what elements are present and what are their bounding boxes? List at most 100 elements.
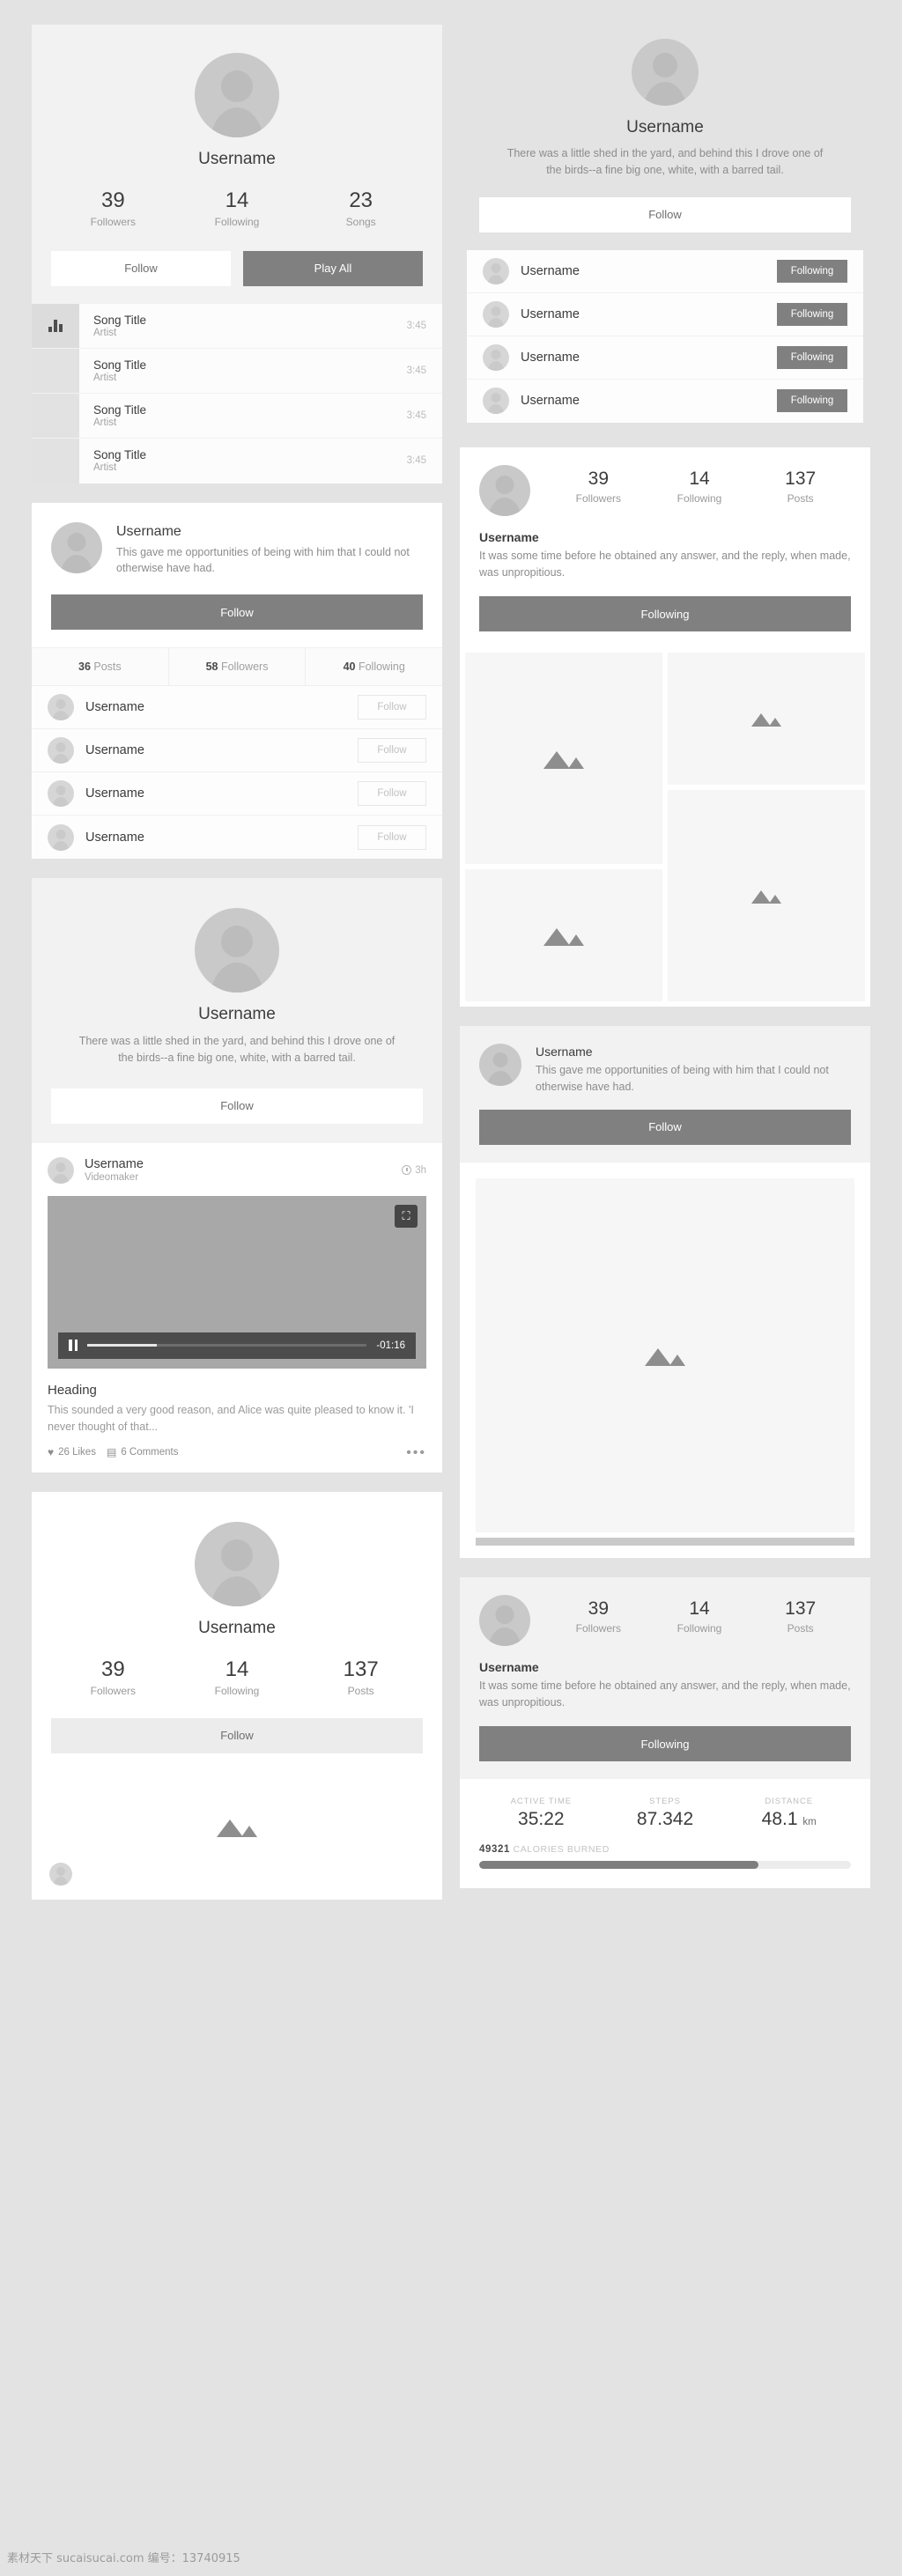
photo-tile[interactable] <box>668 790 865 1002</box>
song-thumbnail <box>32 393 79 438</box>
list-item[interactable]: Username Following <box>467 336 863 380</box>
photo-placeholder[interactable] <box>32 1753 442 1900</box>
horizontal-scrollbar[interactable] <box>476 1537 854 1546</box>
stat-songs[interactable]: 23 Songs <box>299 188 423 228</box>
comment-count[interactable]: 6 Comments <box>121 1447 178 1458</box>
fitness-header: 39 Followers 14 Following 137 Posts User… <box>460 1576 870 1780</box>
fullscreen-icon[interactable]: ⛶ <box>395 1204 418 1228</box>
post-heading: Heading <box>48 1382 97 1398</box>
stat-value: 39 <box>588 1598 610 1619</box>
pause-icon[interactable] <box>69 1340 78 1352</box>
follow-button[interactable]: Follow <box>51 1088 423 1124</box>
follow-button[interactable]: Follow <box>358 824 426 850</box>
song-list: Song Title Artist 3:45 Song Title Artist… <box>32 303 442 483</box>
follow-button[interactable]: Follow <box>51 1717 423 1753</box>
music-profile-card: Username 39 Followers 14 Following 23 So… <box>32 25 442 483</box>
following-button[interactable]: Following <box>479 1726 851 1762</box>
photo-grid <box>460 647 870 1008</box>
song-row[interactable]: Song Title Artist 3:45 <box>32 348 442 394</box>
stat-followers[interactable]: 39 Followers <box>51 1657 175 1697</box>
following-button[interactable]: Following <box>777 302 847 326</box>
video-author: Username Videomaker <box>85 1157 402 1183</box>
stat-posts[interactable]: 137 Posts <box>750 469 851 505</box>
list-item[interactable]: Username Follow <box>32 729 442 773</box>
photo-post-header: Username This gave me opportunities of b… <box>460 1026 870 1163</box>
like-count[interactable]: 26 Likes <box>58 1447 96 1458</box>
stat-label: Following <box>676 491 722 505</box>
avatar-wrap <box>479 39 851 106</box>
stat-following[interactable]: 14 Following <box>649 469 750 505</box>
list-item[interactable]: Username Follow <box>32 816 442 860</box>
video-post-body: Heading This sounded a very good reason,… <box>32 1369 442 1459</box>
song-row[interactable]: Song Title Artist 3:45 <box>32 393 442 439</box>
right-column: Username There was a little shed in the … <box>460 25 870 1889</box>
follow-button[interactable]: Follow <box>358 781 426 807</box>
follow-button[interactable]: Follow <box>358 738 426 764</box>
song-title: Song Title <box>93 448 147 462</box>
more-options-icon[interactable]: ••• <box>406 1445 426 1458</box>
username-label: Username <box>626 118 704 137</box>
stat-followers[interactable]: 39 Followers <box>548 1598 649 1635</box>
stat-followers[interactable]: 39 Followers <box>51 188 175 228</box>
stat-label: Following <box>676 1621 722 1635</box>
avatar <box>483 388 509 415</box>
username-label: Username <box>479 529 539 544</box>
stat-label: Followers <box>575 1621 622 1635</box>
photo-tile[interactable] <box>668 653 865 786</box>
username-label: Username <box>479 1659 539 1674</box>
fitness-stats: 39 Followers 14 Following 137 Posts <box>548 1595 851 1635</box>
follow-button[interactable]: Follow <box>358 695 426 720</box>
tab-followers[interactable]: 58 Followers <box>169 648 307 686</box>
song-thumbnail <box>32 303 79 348</box>
metric-distance: DISTANCE 48.1 km <box>727 1797 851 1830</box>
stat-following[interactable]: 14 Following <box>649 1598 750 1635</box>
following-button[interactable]: Following <box>479 596 851 632</box>
metric-active-time: ACTIVE TIME 35:22 <box>479 1797 603 1830</box>
list-item[interactable]: Username Following <box>467 379 863 423</box>
stat-followers[interactable]: 39 Followers <box>548 469 649 505</box>
song-title: Song Title <box>93 358 147 372</box>
stat-value: 137 <box>343 1657 379 1682</box>
follow-button[interactable]: Follow <box>479 196 851 233</box>
stat-following[interactable]: 14 Following <box>175 188 299 228</box>
music-profile-header: Username 39 Followers 14 Following 23 So… <box>32 25 442 304</box>
profile-tabs: 36 Posts 58 Followers 40 Following <box>32 647 442 687</box>
list-item[interactable]: Username Following <box>467 292 863 336</box>
bio-text: There was a little shed in the yard, and… <box>78 1035 396 1065</box>
song-artist: Artist <box>93 372 117 383</box>
follow-button[interactable]: Follow <box>479 1109 851 1145</box>
stat-posts[interactable]: 137 Posts <box>299 1657 423 1697</box>
song-row[interactable]: Song Title Artist 3:45 <box>32 438 442 483</box>
photo-tile[interactable] <box>465 653 662 865</box>
avatar <box>479 1594 530 1646</box>
stat-following[interactable]: 14 Following <box>175 1657 299 1697</box>
list-item[interactable]: Username Following <box>467 249 863 293</box>
video-scrubber[interactable] <box>87 1344 367 1347</box>
video-post-header: Username Videomaker 3h <box>32 1143 442 1196</box>
tab-following[interactable]: 40 Following <box>306 648 442 685</box>
list-item[interactable]: Username Follow <box>32 772 442 816</box>
video-player[interactable]: ⛶ -01:16 <box>48 1195 426 1369</box>
follow-button[interactable]: Follow <box>51 594 423 631</box>
photo-tile[interactable] <box>465 869 662 1002</box>
username-label: Username <box>198 1619 276 1638</box>
comment-icon: ▤ <box>106 1446 117 1459</box>
stat-posts[interactable]: 137 Posts <box>750 1598 851 1635</box>
stat-label: Posts <box>787 1621 814 1635</box>
following-button[interactable]: Following <box>777 259 847 283</box>
tab-label: Posts <box>93 661 122 674</box>
calories-progress-bar <box>479 1861 851 1870</box>
metric-value: 35:22 <box>518 1809 565 1830</box>
song-artist: Artist <box>93 327 117 338</box>
play-all-button[interactable]: Play All <box>243 250 423 286</box>
tab-posts[interactable]: 36 Posts <box>32 648 169 686</box>
username-label: Username <box>116 523 181 539</box>
song-row[interactable]: Song Title Artist 3:45 <box>32 303 442 349</box>
list-item[interactable]: Username Follow <box>32 686 442 730</box>
photo-post-identity: Username This gave me opportunities of b… <box>479 1044 851 1096</box>
follow-button[interactable]: Follow <box>51 250 231 286</box>
photo-placeholder[interactable] <box>476 1177 854 1532</box>
author-role: Videomaker <box>85 1172 139 1184</box>
following-button[interactable]: Following <box>777 389 847 413</box>
following-button[interactable]: Following <box>777 345 847 369</box>
